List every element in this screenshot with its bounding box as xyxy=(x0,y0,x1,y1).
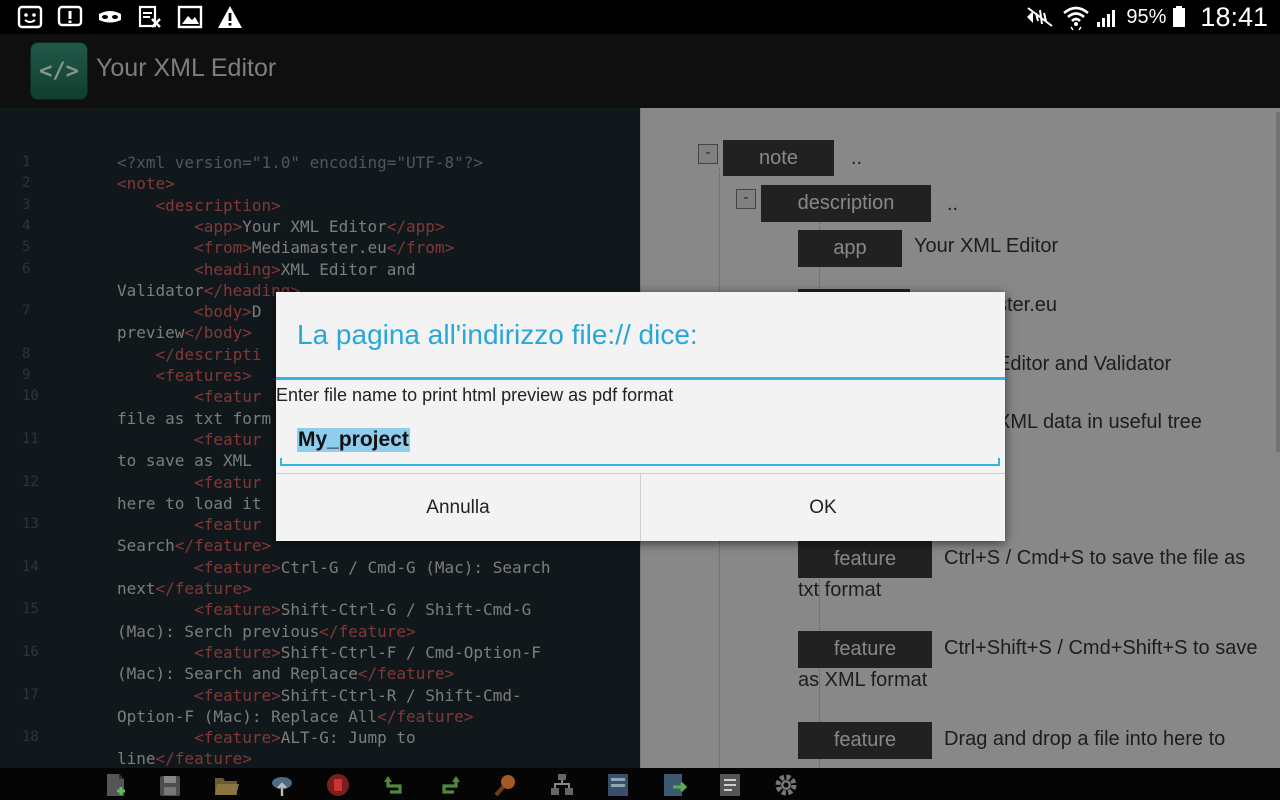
face-notification-icon xyxy=(17,5,43,29)
cloud-upload-icon[interactable] xyxy=(269,772,295,798)
dialog-title: La pagina all'indirizzo file:// dice: xyxy=(297,319,698,350)
tree-view-icon[interactable] xyxy=(549,772,575,798)
alert-box-icon xyxy=(57,5,83,27)
status-right: 95% 18:41 xyxy=(1024,0,1268,34)
wifi-icon xyxy=(1063,6,1090,31)
open-folder-icon[interactable] xyxy=(213,772,239,798)
battery-percent: 95% xyxy=(1126,5,1167,28)
undo-icon[interactable] xyxy=(381,772,407,798)
redo-icon[interactable] xyxy=(437,772,463,798)
notes-icon[interactable] xyxy=(717,772,743,798)
html-preview-icon[interactable] xyxy=(605,772,631,798)
filename-input-value[interactable]: My_project xyxy=(297,428,410,452)
clock: 18:41 xyxy=(1200,1,1268,32)
settings-icon[interactable] xyxy=(773,772,799,798)
battery-icon xyxy=(1173,6,1186,27)
ok-button[interactable]: OK xyxy=(640,474,1005,541)
bottom-toolbar xyxy=(0,768,1280,800)
status-bar: 95% 18:41 xyxy=(0,0,1280,34)
new-file-icon[interactable] xyxy=(103,772,129,798)
image-icon xyxy=(177,5,203,29)
dialog-divider xyxy=(276,377,1005,380)
search-icon[interactable] xyxy=(493,772,519,798)
export-icon[interactable] xyxy=(661,772,687,798)
signal-icon xyxy=(1097,10,1116,27)
prompt-dialog: La pagina all'indirizzo file:// dice: En… xyxy=(276,292,1005,541)
pdf-icon[interactable] xyxy=(325,772,351,798)
save-icon[interactable] xyxy=(157,772,183,798)
spy-mask-icon xyxy=(99,11,121,23)
warning-icon xyxy=(218,6,242,28)
file-x-icon xyxy=(138,5,161,28)
filename-input[interactable]: My_project xyxy=(280,420,1000,466)
mute-icon xyxy=(1027,7,1053,27)
dialog-message: Enter file name to print html preview as… xyxy=(276,385,674,405)
cancel-button[interactable]: Annulla xyxy=(276,474,640,541)
dialog-buttons: Annulla OK xyxy=(276,473,1005,541)
